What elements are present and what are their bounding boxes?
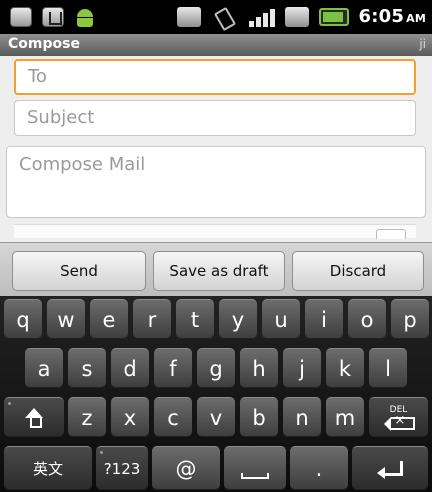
key-r[interactable]: r [133, 299, 171, 339]
status-bar: 6:05 AM [0, 0, 432, 34]
key-y[interactable]: y [219, 299, 257, 339]
space-icon [241, 472, 269, 479]
delete-key-label: DEL [383, 405, 415, 431]
title-bar: Compose ji [0, 34, 432, 56]
symbols-key[interactable]: ?123 [96, 446, 148, 490]
key-h[interactable]: h [240, 348, 278, 388]
key-g[interactable]: g [197, 348, 235, 388]
key-b[interactable]: b [240, 397, 278, 437]
key-c[interactable]: c [154, 397, 192, 437]
key-v[interactable]: v [197, 397, 235, 437]
key-l[interactable]: l [369, 348, 407, 388]
shift-key-dot [8, 402, 11, 405]
save-draft-button[interactable]: Save as draft [153, 251, 285, 291]
title-trailing-text: ji [419, 37, 426, 51]
key-s[interactable]: s [68, 348, 106, 388]
clock: 6:05 AM [359, 6, 426, 27]
clock-time: 6:05 [358, 6, 405, 27]
compose-footer-strip [14, 224, 416, 239]
shift-key[interactable] [4, 397, 64, 437]
backspace-icon [383, 414, 415, 431]
wifi-icon [176, 6, 201, 27]
period-key[interactable]: . [290, 446, 348, 490]
key-m[interactable]: m [326, 397, 364, 437]
key-x[interactable]: x [111, 397, 149, 437]
key-t[interactable]: t [176, 299, 214, 339]
send-button[interactable]: Send [12, 251, 146, 291]
key-o[interactable]: o [348, 299, 386, 339]
page-title: Compose [8, 36, 80, 52]
usb-debug-icon [10, 7, 32, 27]
key-i[interactable]: i [305, 299, 343, 339]
key-n[interactable]: n [283, 397, 321, 437]
clock-ampm: AM [406, 12, 426, 25]
key-z[interactable]: z [68, 397, 106, 437]
language-key[interactable]: 英文 [4, 446, 92, 490]
key-e[interactable]: e [90, 299, 128, 339]
signal-icon [248, 7, 275, 27]
key-q[interactable]: q [4, 299, 42, 339]
to-field[interactable]: To [14, 59, 416, 95]
key-u[interactable]: u [262, 299, 300, 339]
key-j[interactable]: j [283, 348, 321, 388]
subject-field[interactable]: Subject [14, 100, 416, 136]
at-key[interactable]: @ [152, 446, 220, 490]
enter-key[interactable] [352, 446, 428, 490]
attachment-tab[interactable] [376, 229, 406, 239]
compose-form: To Subject Compose Mail [0, 56, 432, 242]
status-bar-left [10, 7, 96, 27]
android-icon [74, 7, 96, 27]
key-w[interactable]: w [47, 299, 85, 339]
key-f[interactable]: f [154, 348, 192, 388]
action-panel: Send Save as draft Discard [0, 242, 432, 296]
key-d[interactable]: d [111, 348, 149, 388]
key-p[interactable]: p [391, 299, 429, 339]
vibrate-icon [211, 7, 239, 27]
shift-icon [25, 407, 43, 428]
key-a[interactable]: a [25, 348, 63, 388]
status-bar-right: 6:05 AM [176, 6, 426, 27]
discard-button[interactable]: Discard [292, 251, 424, 291]
soft-keyboard: q w e r t y u i o p a s d f g h j k l z … [0, 296, 432, 492]
enter-icon [377, 460, 403, 479]
body-field[interactable]: Compose Mail [6, 146, 426, 218]
no-signal-icon [284, 6, 309, 27]
symbols-key-dot [100, 451, 103, 454]
delete-key[interactable]: DEL [369, 397, 428, 437]
battery-icon [318, 7, 349, 26]
usb-icon [42, 7, 64, 27]
symbols-key-label: ?123 [103, 459, 141, 478]
key-k[interactable]: k [326, 348, 364, 388]
space-key[interactable] [224, 446, 286, 490]
